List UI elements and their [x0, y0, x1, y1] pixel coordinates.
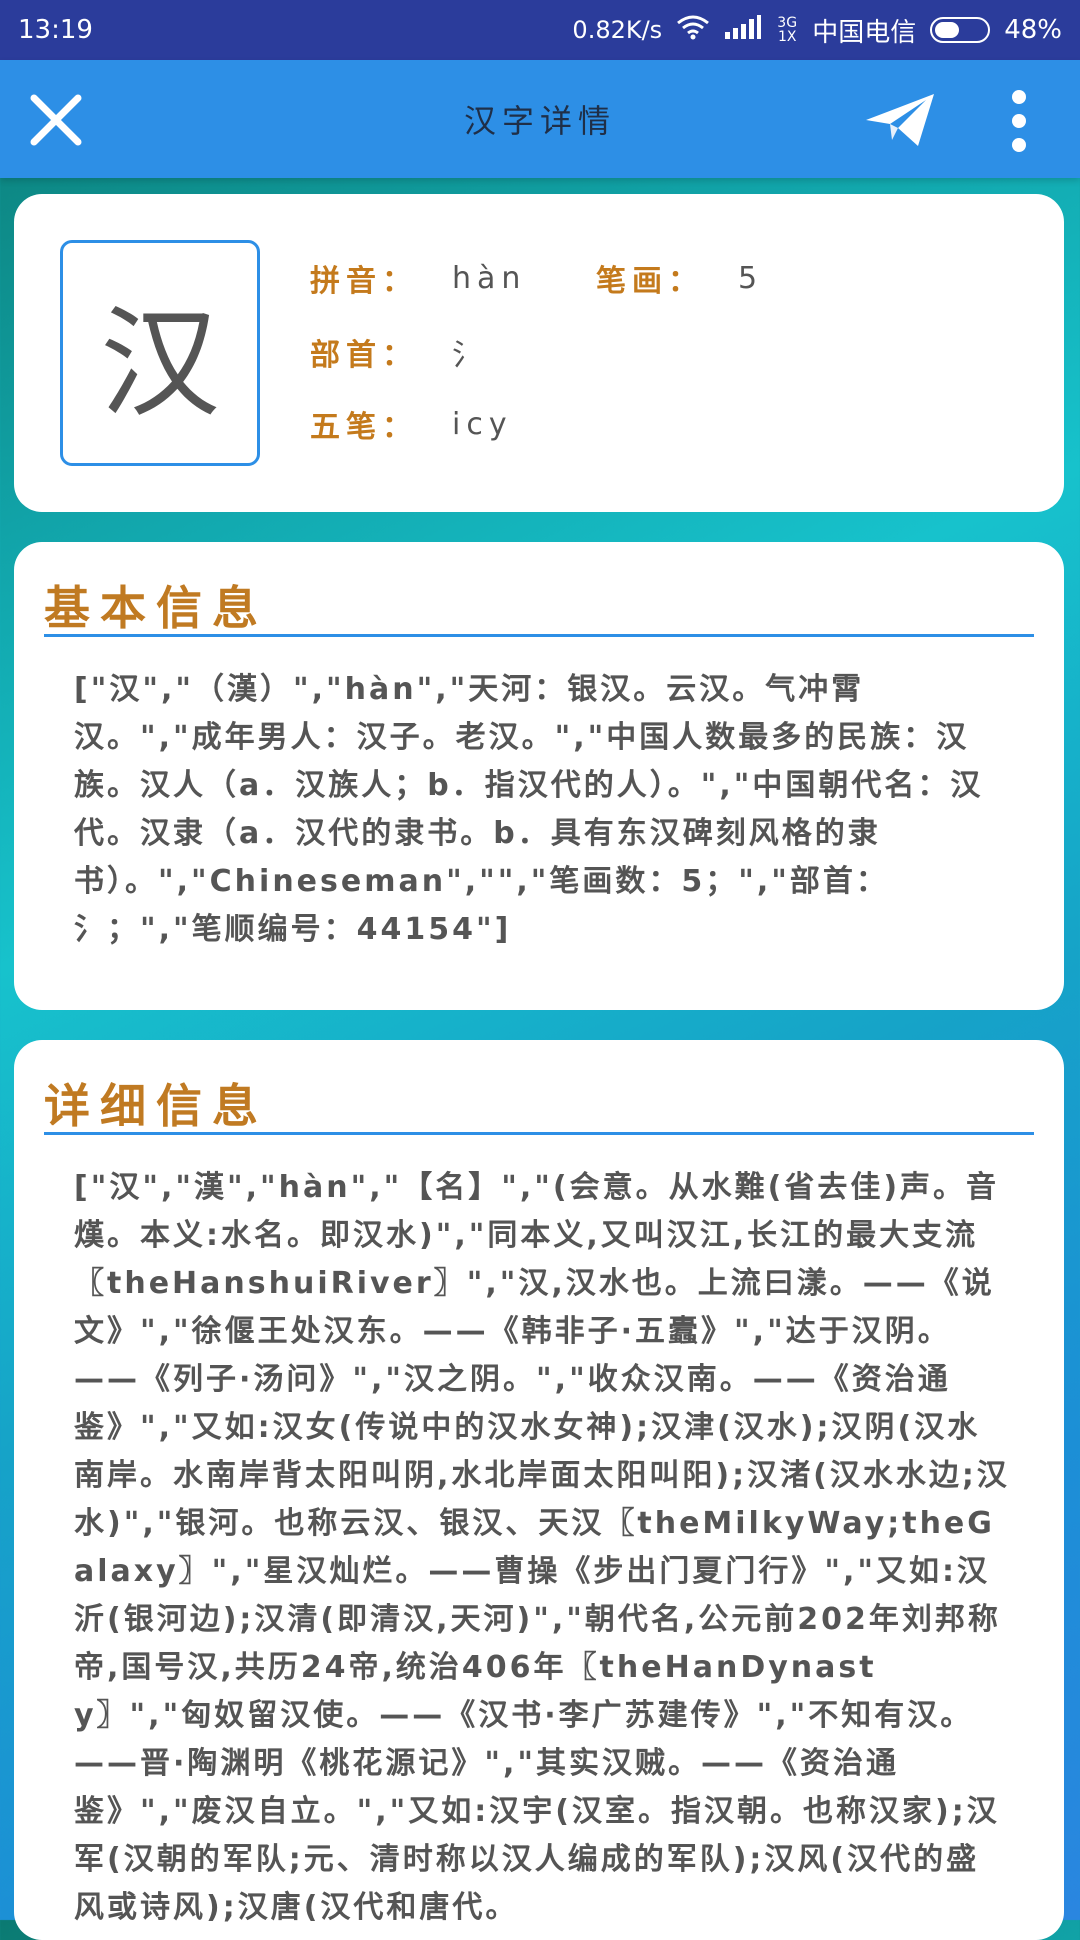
status-time: 13:19 [18, 15, 93, 45]
net-speed: 0.82K/s [572, 16, 663, 44]
battery-percent: 48% [1004, 15, 1062, 45]
network-type: 3G 1X [777, 15, 798, 45]
strokes-label: 笔画： [596, 264, 704, 299]
strokes-value: 5 [738, 260, 764, 296]
wifi-icon [676, 14, 710, 47]
pinyin-value: hàn [452, 260, 527, 296]
radical-value: 氵 [452, 338, 488, 373]
basic-info-card: 基本信息 ["汉","（漢）","hàn","天河：银汉。云汉。气冲霄汉。","… [14, 542, 1064, 1010]
signal-icon [724, 14, 762, 47]
radical-row: 部首： 氵 [310, 330, 488, 374]
character-display: 汉 [60, 240, 260, 466]
more-vert-icon[interactable] [1004, 88, 1034, 154]
detail-info-divider [44, 1132, 1034, 1135]
wubi-row: 五笔： icy [310, 402, 513, 446]
detail-info-title: 详细信息 [44, 1079, 268, 1133]
basic-info-title: 基本信息 [44, 581, 268, 635]
character-summary-card: 汉 拼音： hàn 笔画： 5 部首： 氵 五笔： icy [14, 194, 1064, 512]
wubi-label: 五笔： [310, 410, 418, 445]
wubi-value: icy [452, 406, 513, 442]
strokes-row: 笔画： 5 [596, 256, 763, 300]
detail-info-text: ["汉","漢","hàn","【名】","(会意。从水難(省去佳)声。音熯。本… [74, 1170, 1010, 1925]
basic-info-text: ["汉","（漢）","hàn","天河：银汉。云汉。气冲霄汉。","成年男人：… [74, 672, 984, 947]
radical-label: 部首： [310, 338, 418, 373]
pinyin-row: 拼音： hàn [310, 256, 526, 300]
battery-icon [930, 17, 991, 43]
detail-info-card: 详细信息 ["汉","漢","hàn","【名】","(会意。从水難(省去佳)声… [14, 1040, 1064, 1940]
basic-info-divider [44, 634, 1034, 637]
carrier: 中国电信 [812, 17, 917, 48]
pinyin-label: 拼音： [310, 264, 418, 299]
app-bar: 汉字详情 [0, 60, 1080, 178]
send-icon[interactable] [862, 90, 938, 150]
status-bar: 13:19 0.82K/s 3G 1X 中国电信 48% [0, 0, 1080, 60]
